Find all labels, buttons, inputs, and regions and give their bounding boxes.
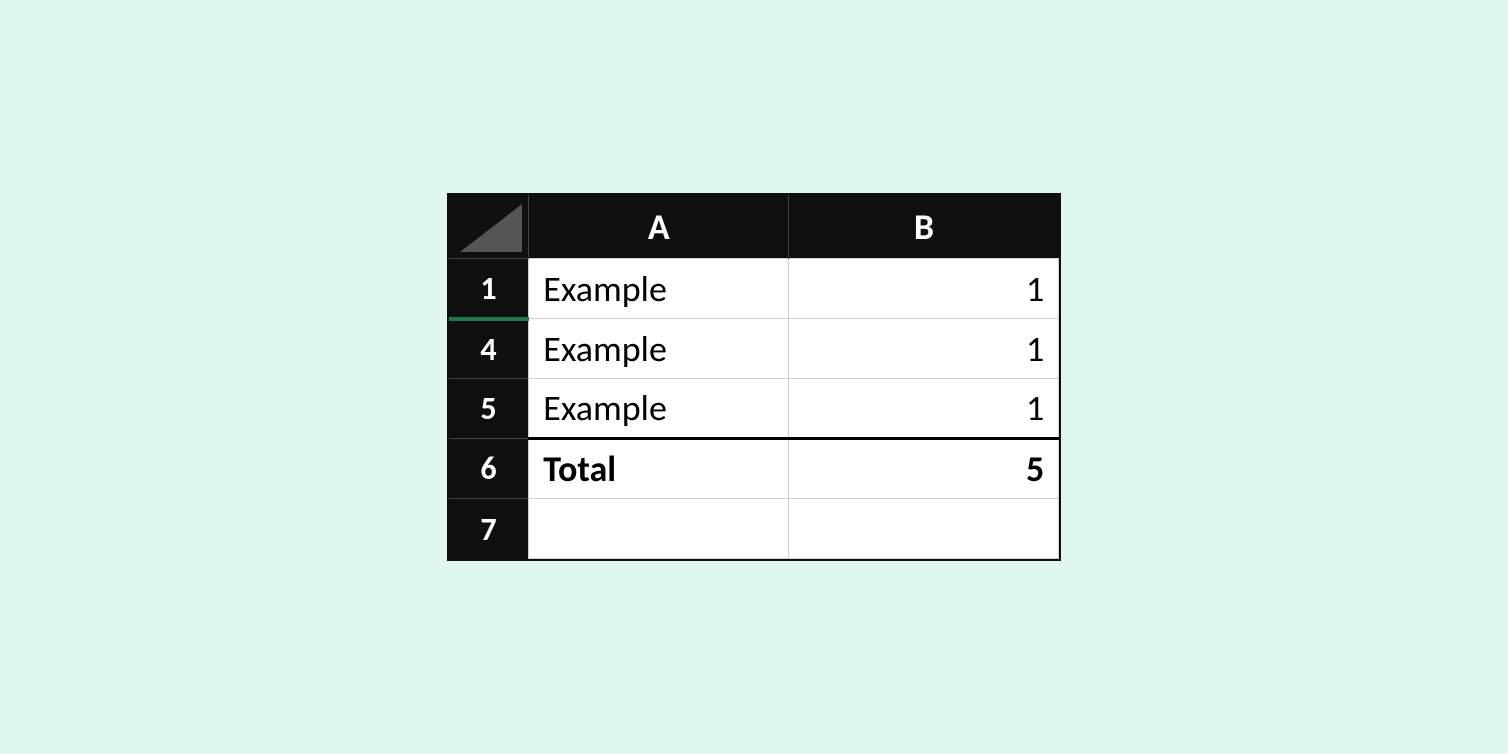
table-row: 7 [449, 499, 1059, 559]
cell-a6[interactable]: Total [529, 439, 789, 499]
table-row: 5 Example 1 [449, 379, 1059, 439]
column-header-a[interactable]: A [529, 195, 789, 259]
cell-a4[interactable]: Example [529, 319, 789, 379]
table-row-total: 6 Total 5 [449, 439, 1059, 499]
table-row: 1 Example 1 [449, 259, 1059, 319]
cell-a1[interactable]: Example [529, 259, 789, 319]
column-header-row: A B [449, 195, 1059, 259]
cell-b6[interactable]: 5 [789, 439, 1059, 499]
cell-b4[interactable]: 1 [789, 319, 1059, 379]
table-row: 4 Example 1 [449, 319, 1059, 379]
select-all-triangle-icon [460, 204, 522, 252]
row-header-4[interactable]: 4 [449, 319, 529, 379]
column-header-b[interactable]: B [789, 195, 1059, 259]
select-all-corner[interactable] [449, 195, 529, 259]
row-header-7[interactable]: 7 [449, 499, 529, 559]
cell-b1[interactable]: 1 [789, 259, 1059, 319]
spreadsheet-grid: A B 1 Example 1 4 Example 1 5 Example 1 … [449, 195, 1060, 560]
row-header-5[interactable]: 5 [449, 379, 529, 439]
cell-a7[interactable] [529, 499, 789, 559]
spreadsheet: A B 1 Example 1 4 Example 1 5 Example 1 … [447, 193, 1062, 562]
cell-b7[interactable] [789, 499, 1059, 559]
cell-b5[interactable]: 1 [789, 379, 1059, 439]
row-header-6[interactable]: 6 [449, 439, 529, 499]
row-header-1[interactable]: 1 [449, 259, 529, 319]
cell-a5[interactable]: Example [529, 379, 789, 439]
